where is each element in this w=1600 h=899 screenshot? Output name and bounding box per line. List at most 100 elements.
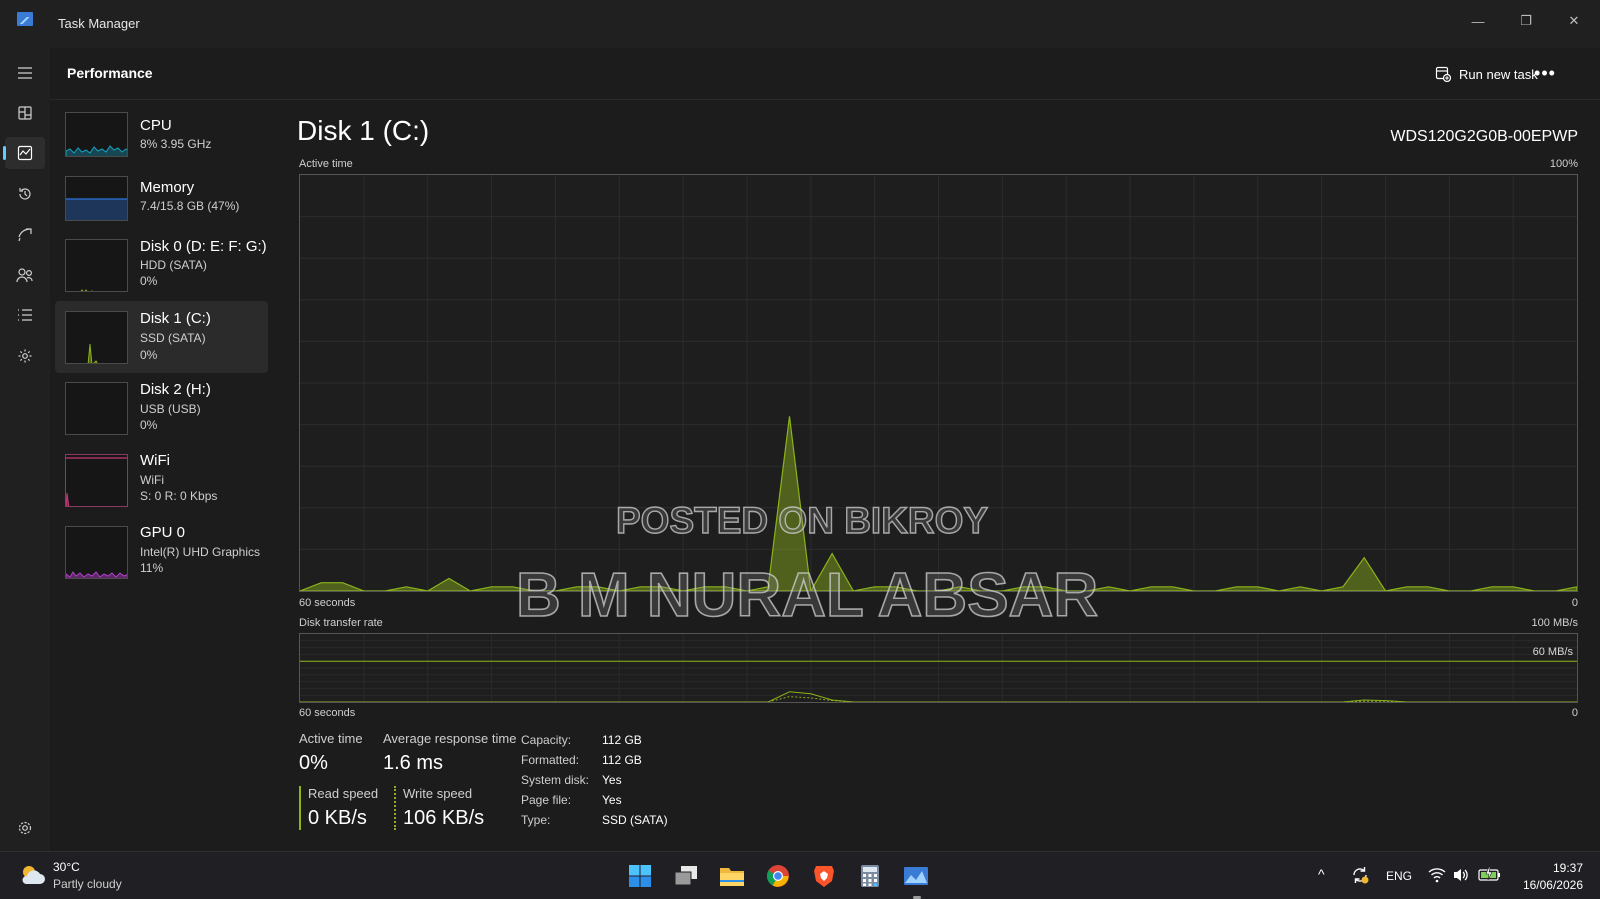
disk-0-thumbnail (65, 239, 128, 292)
calculator-icon[interactable] (856, 862, 884, 890)
gpu-0-thumbnail (65, 526, 128, 579)
restore-button[interactable]: ❐ (1503, 6, 1549, 36)
active-time-chart-label: Active time (299, 158, 353, 170)
read-speed-value: 0 KB/s (308, 807, 367, 829)
active-time-axis-start: 60 seconds (299, 597, 356, 609)
clock-date[interactable]: 16/06/2026 (1523, 878, 1583, 892)
brave-icon[interactable] (810, 862, 838, 890)
task-manager-app-icon (17, 12, 33, 26)
active-time-graph (299, 174, 1578, 592)
users-icon[interactable] (5, 259, 45, 291)
disk-1-thumbnail (65, 311, 128, 364)
transfer-rate-max-label: 100 MB/s (1531, 617, 1578, 629)
performance-icon[interactable] (3, 137, 45, 169)
write-speed-indicator (394, 786, 396, 830)
device-usage: 0% (140, 348, 158, 362)
page-file-key: Page file: (521, 793, 572, 807)
device-detail: 8% 3.95 GHz (140, 137, 212, 151)
active-time-stat-value: 0% (299, 752, 328, 774)
formatted-key: Formatted: (521, 753, 580, 767)
details-icon[interactable] (5, 299, 45, 331)
minimize-button[interactable]: — (1455, 6, 1501, 36)
device-name: Disk 1 (C:) (140, 310, 211, 327)
avg-response-value: 1.6 ms (383, 752, 444, 774)
processes-icon[interactable] (5, 97, 45, 129)
active-time-max-label: 100% (1549, 158, 1578, 170)
window-title: Task Manager (58, 16, 140, 31)
capacity-value: 112 GB (602, 733, 642, 747)
device-list: CPU 8% 3.95 GHz Memory 7.4/15.8 GB (47%)… (55, 105, 268, 589)
device-usage: S: 0 R: 0 Kbps (140, 489, 218, 503)
hamburger-menu-icon[interactable] (5, 57, 45, 89)
page-file-value: Yes (602, 793, 622, 807)
system-disk-key: System disk: (521, 773, 590, 787)
nav-rail (0, 48, 50, 851)
active-time-axis-end: 0 (1571, 597, 1578, 609)
device-name: GPU 0 (140, 524, 186, 541)
disk-title: Disk 1 (C:) (297, 115, 430, 146)
device-detail: USB (USB) (140, 402, 201, 416)
run-new-task-button[interactable]: Run new task (1435, 61, 1538, 87)
weather-icon[interactable] (18, 862, 46, 888)
volume-icon[interactable] (1452, 867, 1470, 888)
transfer-rate-chart (300, 634, 1577, 702)
device-item-disk-0[interactable]: Disk 0 (D: E: F: G:) HDD (SATA) 0% (55, 228, 268, 296)
page-title: Performance (67, 65, 153, 81)
more-options-button[interactable]: ••• (1528, 58, 1562, 88)
write-speed-value: 106 KB/s (403, 807, 485, 829)
run-new-task-label: Run new task (1459, 66, 1538, 82)
device-item-disk-1[interactable]: Disk 1 (C:) SSD (SATA) 0% (55, 301, 268, 373)
gear-icon[interactable] (5, 812, 45, 844)
system-disk-value: Yes (602, 773, 622, 787)
transfer-axis-start: 60 seconds (299, 707, 356, 719)
chrome-icon[interactable] (764, 862, 792, 890)
type-key: Type: (521, 813, 551, 827)
device-detail: HDD (SATA) (140, 258, 207, 272)
sync-icon[interactable] (1350, 865, 1370, 890)
device-item-cpu[interactable]: CPU 8% 3.95 GHz (55, 105, 268, 163)
start-icon[interactable] (626, 862, 654, 890)
file-explorer-icon[interactable] (718, 862, 746, 890)
startup-apps-icon[interactable] (5, 218, 45, 250)
run-task-icon (1435, 66, 1451, 82)
device-name: CPU (140, 117, 172, 134)
device-item-memory[interactable]: Memory 7.4/15.8 GB (47%) (55, 166, 268, 226)
transfer-axis-end: 0 (1571, 707, 1578, 719)
device-name: Memory (140, 179, 195, 196)
device-item-wifi[interactable]: WiFi WiFi S: 0 R: 0 Kbps (55, 445, 268, 517)
type-value: SSD (SATA) (602, 813, 668, 827)
device-usage: 11% (140, 561, 164, 575)
write-speed-label: Write speed (403, 786, 473, 801)
active-time-chart (300, 175, 1577, 591)
cpu-thumbnail (65, 112, 128, 157)
show-hidden-icons-chevron[interactable]: ^ (1318, 866, 1325, 882)
clock-time[interactable]: 19:37 (1553, 861, 1583, 875)
device-usage: 0% (140, 418, 158, 432)
weather-temperature[interactable]: 30°C (53, 860, 80, 874)
capacity-key: Capacity: (521, 733, 572, 747)
language-indicator[interactable]: ENG (1386, 869, 1412, 883)
task-view-icon[interactable] (672, 862, 700, 890)
app-history-icon[interactable] (5, 178, 45, 210)
transfer-rate-chart-label: Disk transfer rate (299, 617, 383, 629)
weather-description[interactable]: Partly cloudy (53, 877, 122, 891)
disk-model: WDS120G2G0B-00EPWP (1390, 128, 1578, 145)
task-manager-icon[interactable] (902, 862, 930, 890)
disk-2-thumbnail (65, 382, 128, 435)
device-item-gpu-0[interactable]: GPU 0 Intel(R) UHD Graphics 11% (55, 517, 268, 589)
active-time-stat-label: Active time (299, 731, 363, 746)
memory-thumbnail (65, 176, 128, 221)
transfer-rate-graph: 60 MB/s (299, 633, 1578, 703)
close-button[interactable]: ✕ (1551, 6, 1597, 36)
services-icon[interactable] (5, 340, 45, 372)
device-item-disk-2[interactable]: Disk 2 (H:) USB (USB) 0% (55, 373, 268, 445)
avg-response-label: Average response time (383, 731, 517, 746)
page-header: Performance Run new task ••• (50, 48, 1600, 100)
device-detail: Intel(R) UHD Graphics (140, 545, 261, 559)
battery-icon[interactable] (1478, 866, 1502, 887)
transfer-reference-label: 60 MB/s (1532, 646, 1573, 658)
read-speed-label: Read speed (308, 786, 379, 801)
device-name: Disk 0 (D: E: F: G:) (140, 238, 267, 255)
wifi-icon[interactable] (1428, 867, 1446, 888)
formatted-value: 112 GB (602, 753, 642, 767)
